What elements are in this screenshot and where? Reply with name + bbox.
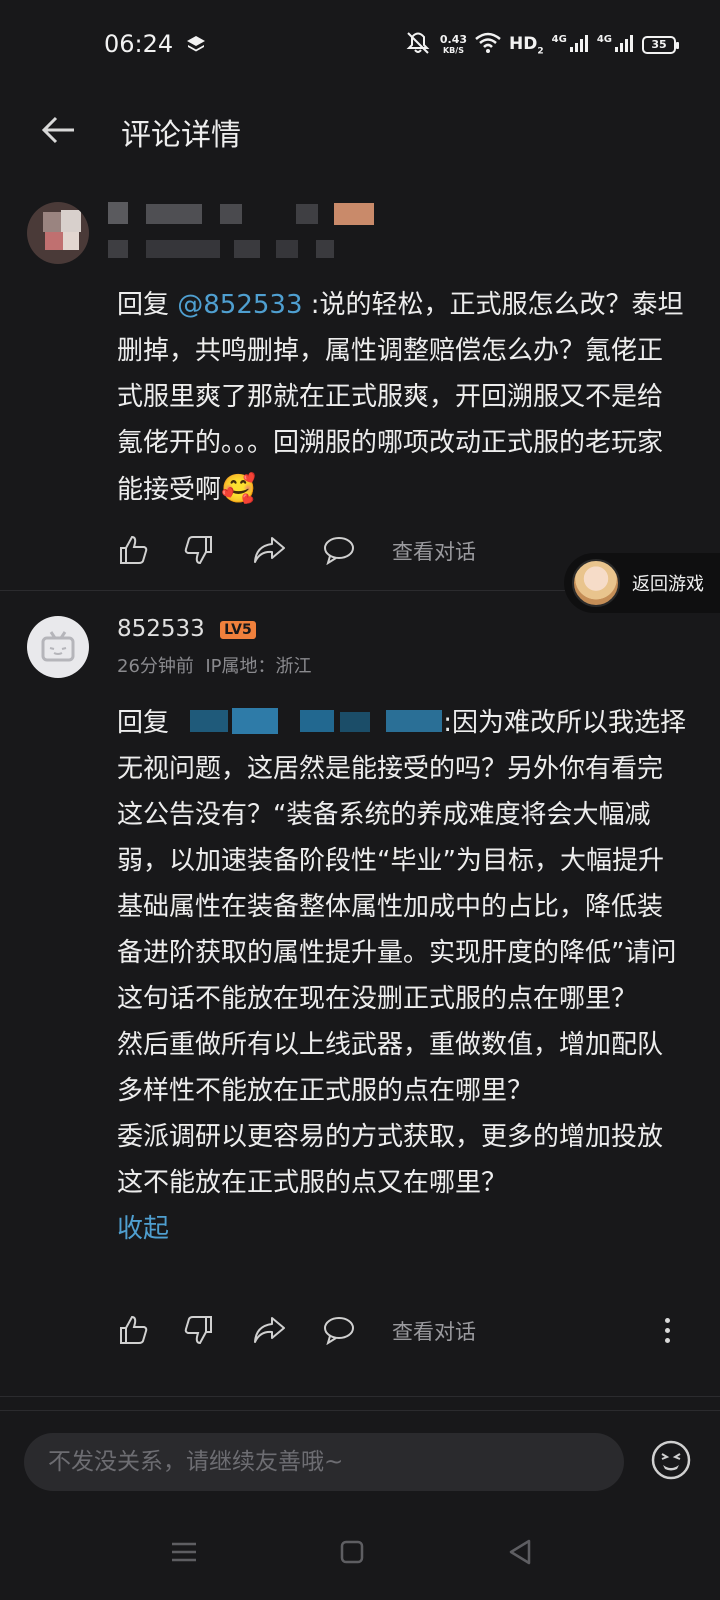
comment-meta: 26分钟前 IP属地：浙江 [117,656,312,677]
comment-input-bar: 不发没关系，请继续友善哦~ [0,1410,720,1506]
arrow-left-icon [41,116,74,144]
comment-icon[interactable] [321,1312,357,1348]
view-dialog-link[interactable]: 查看对话 [392,1316,476,1346]
signal-icon [569,33,589,57]
blurred-meta [316,240,334,258]
mute-bell-icon [404,31,432,59]
system-nav-bar [0,1506,720,1600]
blurred-username [108,202,128,224]
blurred-meta [108,240,128,258]
blurred-username [220,204,242,224]
blurred-meta [276,240,298,258]
like-icon[interactable] [115,1312,151,1348]
comment-item: 852533 LV5 26分钟前 IP属地：浙江 回复 :因为难改所以我选择无视… [0,600,720,1390]
status-time: 06:24 [104,30,174,58]
dislike-icon[interactable] [181,1312,217,1348]
battery-icon: 35 [642,36,679,54]
page-title: 评论详情 [121,118,241,153]
comment-text: 回复 :因为难改所以我选择无视问题，这居然是能接受的吗？另外你有看完这公告没有？… [117,700,687,1252]
blurred-username [296,204,318,224]
layers-icon [186,34,206,58]
hugging-emoji: 🥰 [221,472,256,505]
home-icon[interactable] [332,1532,372,1572]
emoji-icon[interactable] [650,1439,692,1481]
signal-icon [614,33,634,57]
wifi-icon [475,32,501,58]
mention-link[interactable]: @852533 [177,290,302,320]
share-icon[interactable] [251,1312,287,1348]
view-dialog-link[interactable]: 查看对话 [392,536,476,566]
default-tv-avatar-icon [41,631,75,662]
avatar[interactable] [27,202,89,264]
comment-item: 回复 @852533 :说的轻松，正式服怎么改？泰坦删掉，共鸣删掉，属性调整赔偿… [0,190,720,590]
back-triangle-icon[interactable] [500,1532,540,1572]
comment-icon[interactable] [321,532,357,568]
like-icon[interactable] [115,532,151,568]
avatar[interactable] [27,616,89,678]
signal1-label: 4G [551,34,567,45]
blurred-username [146,204,202,224]
collapse-link[interactable]: 收起 [117,1206,687,1252]
hd-indicator: HD2 [509,33,544,57]
blurred-meta [234,240,260,258]
blurred-badge [334,203,374,225]
divider [0,1396,720,1397]
share-icon[interactable] [251,532,287,568]
comment-text: 回复 @852533 :说的轻松，正式服怎么改？泰坦删掉，共鸣删掉，属性调整赔偿… [117,290,684,505]
dislike-icon[interactable] [181,532,217,568]
net-speed: 0.43 KB/S [439,33,468,55]
back-button[interactable] [34,106,82,154]
username[interactable]: 852533 LV5 [117,616,256,642]
status-indicators: 0.43 KB/S HD2 4G 4G 35 [404,30,679,60]
header: 评论详情 [0,90,720,170]
blurred-meta [146,240,220,258]
signal2-label: 4G [596,34,612,45]
level-badge: LV5 [220,620,256,639]
menu-icon[interactable] [164,1532,204,1572]
status-bar: 06:24 0.43 KB/S HD2 4G 4G 35 [0,0,720,90]
more-options-icon[interactable] [657,1312,677,1348]
comment-actions: 查看对话 [115,1312,695,1352]
comment-input[interactable]: 不发没关系，请继续友善哦~ [24,1433,624,1491]
